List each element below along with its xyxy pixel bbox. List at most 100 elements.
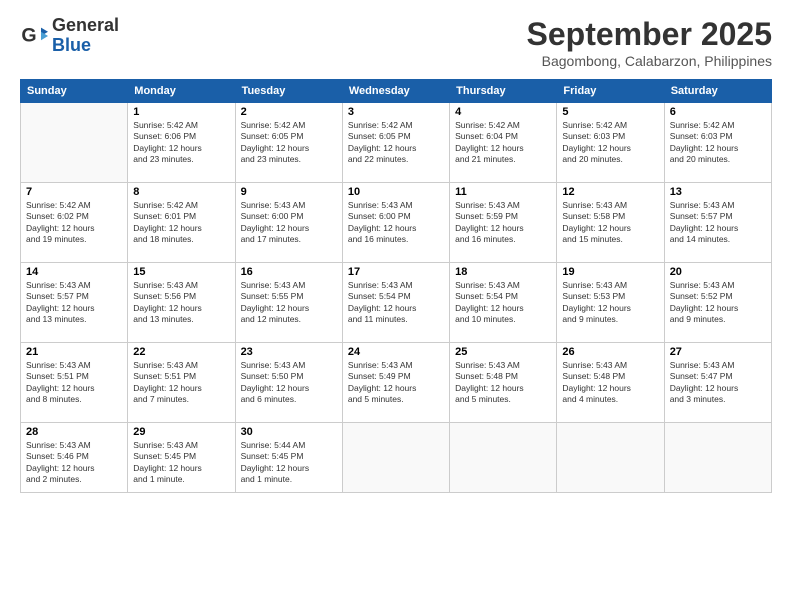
day-info: Sunrise: 5:43 AM Sunset: 5:45 PM Dayligh… xyxy=(133,440,229,486)
title-block: September 2025 Bagombong, Calabarzon, Ph… xyxy=(527,16,772,69)
day-number: 21 xyxy=(26,346,122,358)
calendar-cell: 17 Sunrise: 5:43 AM Sunset: 5:54 PM Dayli… xyxy=(342,263,449,343)
day-number: 28 xyxy=(26,426,122,438)
day-number: 22 xyxy=(133,346,229,358)
day-info: Sunrise: 5:42 AM Sunset: 6:03 PM Dayligh… xyxy=(670,120,766,166)
calendar-week-4: 21 Sunrise: 5:43 AM Sunset: 5:51 PM Dayli… xyxy=(21,343,772,423)
svg-text:G: G xyxy=(21,24,36,46)
day-info: Sunrise: 5:43 AM Sunset: 5:47 PM Dayligh… xyxy=(670,360,766,406)
calendar-cell: 6 Sunrise: 5:42 AM Sunset: 6:03 PM Daylig… xyxy=(664,103,771,183)
calendar-cell: 7Sunrise: 5:42 AM Sunset: 6:02 PM Daylig… xyxy=(21,183,128,263)
calendar-cell: 4 Sunrise: 5:42 AM Sunset: 6:04 PM Daylig… xyxy=(450,103,557,183)
day-info: Sunrise: 5:43 AM Sunset: 5:54 PM Dayligh… xyxy=(455,280,551,326)
calendar-cell xyxy=(557,423,664,493)
calendar: SundayMondayTuesdayWednesdayThursdayFrid… xyxy=(20,79,772,493)
calendar-header-row: SundayMondayTuesdayWednesdayThursdayFrid… xyxy=(21,80,772,103)
calendar-cell xyxy=(450,423,557,493)
day-info: Sunrise: 5:42 AM Sunset: 6:06 PM Dayligh… xyxy=(133,120,229,166)
calendar-cell: 24Sunrise: 5:43 AM Sunset: 5:49 PM Dayli… xyxy=(342,343,449,423)
day-number: 9 xyxy=(241,186,337,198)
calendar-cell: 28 Sunrise: 5:43 AM Sunset: 5:46 PM Dayli… xyxy=(21,423,128,493)
calendar-cell: 9 Sunrise: 5:43 AM Sunset: 6:00 PM Daylig… xyxy=(235,183,342,263)
day-number: 4 xyxy=(455,106,551,118)
calendar-cell xyxy=(664,423,771,493)
column-header-friday: Friday xyxy=(557,80,664,103)
day-number: 5 xyxy=(562,106,658,118)
day-info: Sunrise: 5:43 AM Sunset: 5:59 PM Dayligh… xyxy=(455,200,551,246)
day-info: Sunrise: 5:43 AM Sunset: 5:52 PM Dayligh… xyxy=(670,280,766,326)
day-number: 26 xyxy=(562,346,658,358)
day-number: 7 xyxy=(26,186,122,198)
calendar-cell: 8 Sunrise: 5:42 AM Sunset: 6:01 PM Daylig… xyxy=(128,183,235,263)
calendar-cell: 3 Sunrise: 5:42 AM Sunset: 6:05 PM Daylig… xyxy=(342,103,449,183)
day-number: 2 xyxy=(241,106,337,118)
calendar-week-2: 7Sunrise: 5:42 AM Sunset: 6:02 PM Daylig… xyxy=(21,183,772,263)
day-number: 16 xyxy=(241,266,337,278)
day-info: Sunrise: 5:43 AM Sunset: 5:57 PM Dayligh… xyxy=(26,280,122,326)
calendar-cell: 25Sunrise: 5:43 AM Sunset: 5:48 PM Dayli… xyxy=(450,343,557,423)
day-number: 14 xyxy=(26,266,122,278)
calendar-cell: 14 Sunrise: 5:43 AM Sunset: 5:57 PM Dayli… xyxy=(21,263,128,343)
logo-general: General xyxy=(52,16,119,36)
day-number: 10 xyxy=(348,186,444,198)
calendar-week-3: 14 Sunrise: 5:43 AM Sunset: 5:57 PM Dayli… xyxy=(21,263,772,343)
day-number: 29 xyxy=(133,426,229,438)
day-number: 11 xyxy=(455,186,551,198)
day-info: Sunrise: 5:43 AM Sunset: 5:51 PM Dayligh… xyxy=(133,360,229,406)
calendar-cell: 2 Sunrise: 5:42 AM Sunset: 6:05 PM Daylig… xyxy=(235,103,342,183)
day-info: Sunrise: 5:43 AM Sunset: 5:49 PM Dayligh… xyxy=(348,360,444,406)
calendar-cell: 15Sunrise: 5:43 AM Sunset: 5:56 PM Dayli… xyxy=(128,263,235,343)
calendar-week-1: 1 Sunrise: 5:42 AM Sunset: 6:06 PM Daylig… xyxy=(21,103,772,183)
calendar-cell: 10Sunrise: 5:43 AM Sunset: 6:00 PM Dayli… xyxy=(342,183,449,263)
day-info: Sunrise: 5:43 AM Sunset: 5:50 PM Dayligh… xyxy=(241,360,337,406)
day-number: 17 xyxy=(348,266,444,278)
calendar-week-5: 28 Sunrise: 5:43 AM Sunset: 5:46 PM Dayli… xyxy=(21,423,772,493)
calendar-cell: 22 Sunrise: 5:43 AM Sunset: 5:51 PM Dayli… xyxy=(128,343,235,423)
day-number: 18 xyxy=(455,266,551,278)
logo: G General Blue xyxy=(20,16,119,56)
day-number: 27 xyxy=(670,346,766,358)
calendar-cell xyxy=(342,423,449,493)
day-info: Sunrise: 5:42 AM Sunset: 6:04 PM Dayligh… xyxy=(455,120,551,166)
day-number: 1 xyxy=(133,106,229,118)
day-info: Sunrise: 5:44 AM Sunset: 5:45 PM Dayligh… xyxy=(241,440,337,486)
day-number: 13 xyxy=(670,186,766,198)
calendar-cell: 27 Sunrise: 5:43 AM Sunset: 5:47 PM Dayli… xyxy=(664,343,771,423)
day-info: Sunrise: 5:43 AM Sunset: 5:48 PM Dayligh… xyxy=(455,360,551,406)
day-number: 30 xyxy=(241,426,337,438)
column-header-tuesday: Tuesday xyxy=(235,80,342,103)
calendar-cell: 23Sunrise: 5:43 AM Sunset: 5:50 PM Dayli… xyxy=(235,343,342,423)
day-info: Sunrise: 5:43 AM Sunset: 5:46 PM Dayligh… xyxy=(26,440,122,486)
logo-icon: G xyxy=(20,22,48,50)
day-number: 20 xyxy=(670,266,766,278)
calendar-cell: 30 Sunrise: 5:44 AM Sunset: 5:45 PM Dayli… xyxy=(235,423,342,493)
day-info: Sunrise: 5:43 AM Sunset: 5:51 PM Dayligh… xyxy=(26,360,122,406)
day-number: 3 xyxy=(348,106,444,118)
logo-blue: Blue xyxy=(52,36,119,56)
calendar-cell: 29 Sunrise: 5:43 AM Sunset: 5:45 PM Dayli… xyxy=(128,423,235,493)
calendar-cell: 26 Sunrise: 5:43 AM Sunset: 5:48 PM Dayli… xyxy=(557,343,664,423)
calendar-cell: 18 Sunrise: 5:43 AM Sunset: 5:54 PM Dayli… xyxy=(450,263,557,343)
day-info: Sunrise: 5:42 AM Sunset: 6:05 PM Dayligh… xyxy=(348,120,444,166)
calendar-cell: 1 Sunrise: 5:42 AM Sunset: 6:06 PM Daylig… xyxy=(128,103,235,183)
day-number: 8 xyxy=(133,186,229,198)
calendar-cell: 16Sunrise: 5:43 AM Sunset: 5:55 PM Dayli… xyxy=(235,263,342,343)
day-info: Sunrise: 5:43 AM Sunset: 5:58 PM Dayligh… xyxy=(562,200,658,246)
calendar-cell: 21 Sunrise: 5:43 AM Sunset: 5:51 PM Dayli… xyxy=(21,343,128,423)
calendar-cell: 20 Sunrise: 5:43 AM Sunset: 5:52 PM Dayli… xyxy=(664,263,771,343)
day-info: Sunrise: 5:43 AM Sunset: 5:48 PM Dayligh… xyxy=(562,360,658,406)
day-info: Sunrise: 5:42 AM Sunset: 6:01 PM Dayligh… xyxy=(133,200,229,246)
day-number: 15 xyxy=(133,266,229,278)
column-header-saturday: Saturday xyxy=(664,80,771,103)
calendar-cell xyxy=(21,103,128,183)
day-info: Sunrise: 5:43 AM Sunset: 5:54 PM Dayligh… xyxy=(348,280,444,326)
calendar-cell: 5Sunrise: 5:42 AM Sunset: 6:03 PM Daylig… xyxy=(557,103,664,183)
day-number: 19 xyxy=(562,266,658,278)
column-header-wednesday: Wednesday xyxy=(342,80,449,103)
day-info: Sunrise: 5:42 AM Sunset: 6:05 PM Dayligh… xyxy=(241,120,337,166)
calendar-cell: 13Sunrise: 5:43 AM Sunset: 5:57 PM Dayli… xyxy=(664,183,771,263)
day-number: 6 xyxy=(670,106,766,118)
header: G General Blue September 2025 Bagombong,… xyxy=(20,16,772,69)
location: Bagombong, Calabarzon, Philippines xyxy=(527,53,772,69)
day-info: Sunrise: 5:43 AM Sunset: 6:00 PM Dayligh… xyxy=(241,200,337,246)
